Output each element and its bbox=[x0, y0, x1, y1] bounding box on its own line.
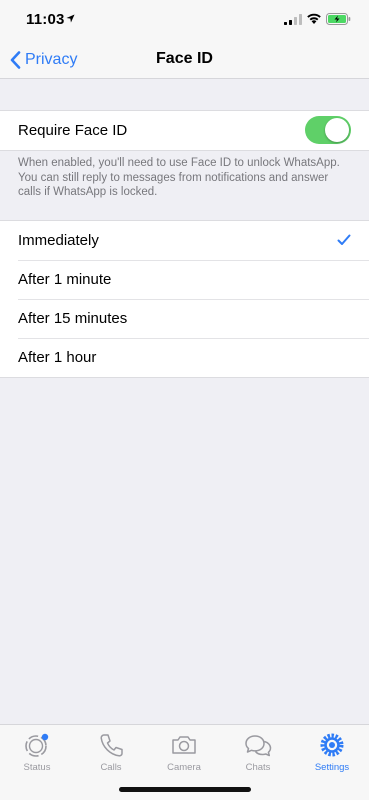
status-icon bbox=[25, 733, 49, 757]
tab-label: Chats bbox=[245, 762, 271, 773]
tab-label: Status bbox=[23, 762, 51, 773]
face-id-footnote: When enabled, you'll need to use Face ID… bbox=[18, 157, 340, 198]
option-label: After 1 minute bbox=[18, 271, 112, 288]
tab-settings[interactable]: Settings bbox=[302, 731, 362, 773]
require-face-id-toggle[interactable] bbox=[305, 116, 351, 144]
page-title: Face ID bbox=[156, 50, 213, 67]
tab-camera[interactable]: Camera bbox=[154, 731, 214, 773]
require-face-id-label: Require Face ID bbox=[18, 122, 128, 139]
chat-bubbles-icon bbox=[245, 735, 272, 757]
home-indicator[interactable] bbox=[119, 787, 251, 792]
camera-icon bbox=[172, 736, 196, 754]
cellular-signal-icon bbox=[284, 14, 302, 25]
option-label: Immediately bbox=[18, 232, 99, 249]
option-label: After 1 hour bbox=[18, 349, 97, 366]
location-arrow-icon bbox=[66, 14, 75, 23]
wifi-icon bbox=[307, 13, 321, 24]
navigation-bar: Privacy Face ID bbox=[0, 40, 369, 79]
tab-label: Camera bbox=[167, 762, 201, 773]
toggle-knob bbox=[325, 118, 349, 142]
status-bar: 11:03 bbox=[0, 0, 369, 40]
phone-icon bbox=[100, 734, 123, 757]
lock-options-group: Immediately After 1 minute After 15 minu… bbox=[0, 220, 369, 378]
tab-label: Settings bbox=[314, 762, 350, 773]
option-immediately[interactable]: Immediately bbox=[0, 221, 369, 260]
battery-charging-icon bbox=[326, 13, 351, 25]
option-after-1-minute[interactable]: After 1 minute bbox=[0, 260, 369, 299]
require-face-id-row: Require Face ID bbox=[0, 111, 369, 150]
option-after-15-minutes[interactable]: After 15 minutes bbox=[0, 299, 369, 338]
tab-status[interactable]: Status bbox=[7, 731, 67, 773]
option-label: After 15 minutes bbox=[18, 310, 128, 327]
tab-bar: Status Calls Camera Chats Settings bbox=[0, 724, 369, 800]
option-after-1-hour[interactable]: After 1 hour bbox=[0, 338, 369, 377]
status-time: 11:03 bbox=[26, 11, 65, 28]
checkmark-icon bbox=[337, 234, 351, 245]
tab-calls[interactable]: Calls bbox=[81, 731, 141, 773]
gear-icon bbox=[320, 733, 344, 757]
require-face-id-group: Require Face ID bbox=[0, 110, 369, 151]
tab-label: Calls bbox=[100, 762, 122, 773]
tab-chats[interactable]: Chats bbox=[228, 731, 288, 773]
